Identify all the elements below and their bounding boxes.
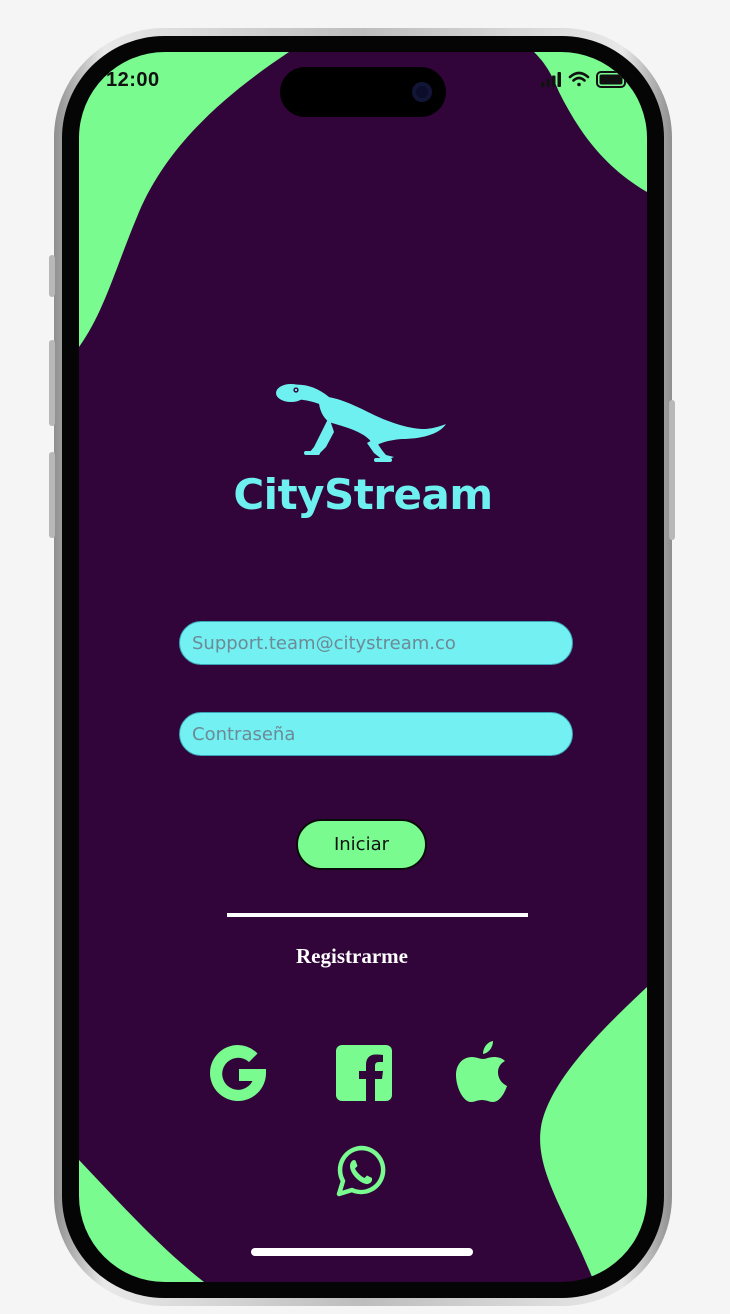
screen: 12:00 CityStream Support.team@citystream…	[79, 52, 647, 1282]
whatsapp-icon[interactable]	[335, 1144, 389, 1198]
battery-icon	[596, 71, 629, 88]
dynamic-island	[280, 67, 446, 117]
signal-icon	[541, 72, 561, 87]
blob-bottom-left	[79, 1160, 204, 1282]
wifi-icon	[568, 71, 590, 87]
status-icons	[541, 71, 629, 88]
home-indicator[interactable]	[251, 1248, 473, 1256]
lizard-icon	[276, 384, 446, 462]
power-button	[669, 400, 675, 540]
facebook-icon[interactable]	[336, 1045, 392, 1101]
password-field[interactable]	[179, 712, 573, 756]
apple-icon[interactable]	[454, 1040, 510, 1104]
register-link[interactable]: Registrarme	[79, 944, 625, 969]
brand-name: CityStream	[233, 470, 493, 519]
divider	[227, 913, 528, 917]
volume-up-button	[49, 340, 55, 426]
email-field[interactable]	[179, 621, 573, 665]
status-time: 12:00	[106, 69, 160, 91]
blob-top-left	[79, 52, 289, 347]
login-button[interactable]: Iniciar	[296, 819, 427, 870]
volume-down-button	[49, 452, 55, 538]
google-icon[interactable]	[207, 1042, 269, 1104]
camera-icon	[412, 82, 432, 102]
action-button	[49, 255, 55, 297]
blob-bottom-right	[540, 987, 647, 1282]
